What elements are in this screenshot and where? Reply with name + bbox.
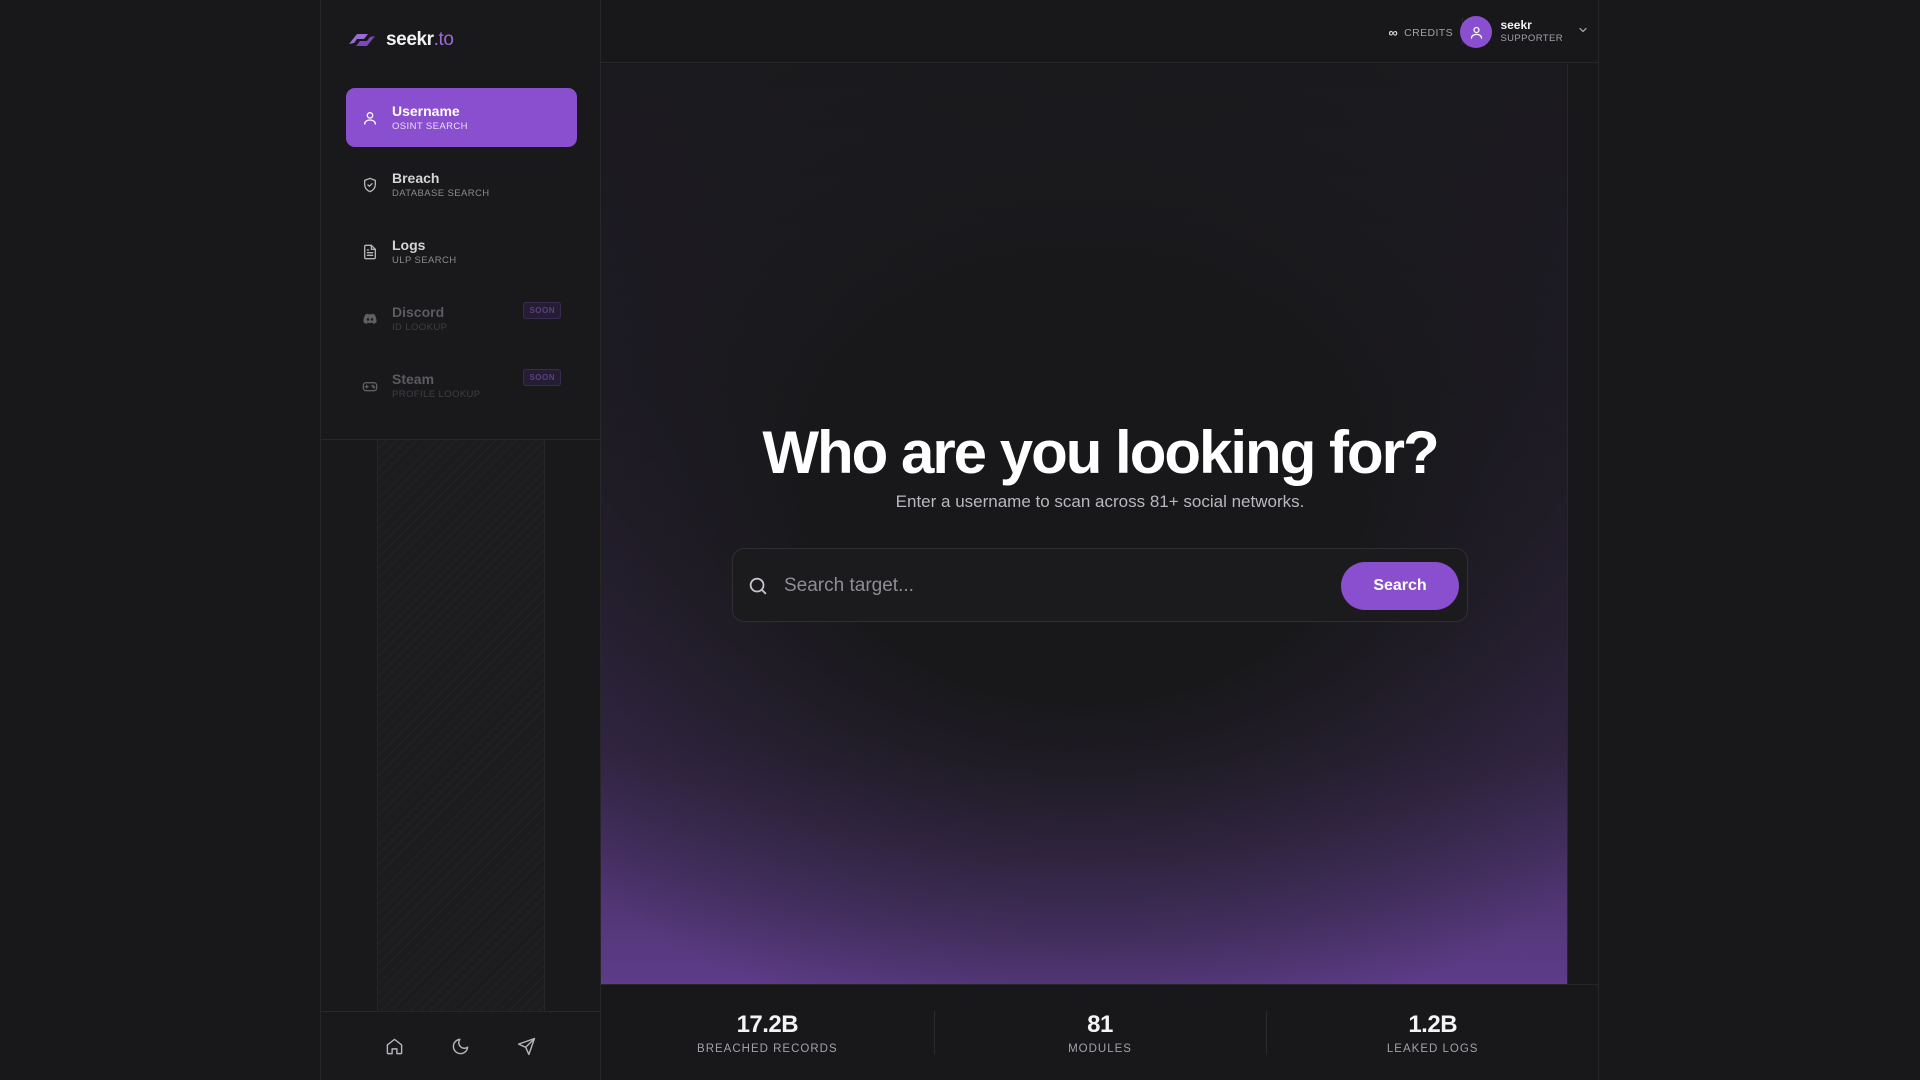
sidebar-item-sublabel: ID LOOKUP (392, 321, 448, 333)
search-icon (749, 577, 767, 595)
infinity-icon: ∞ (1388, 25, 1399, 40)
hero-section (601, 64, 1567, 984)
sidebar-item-label: Breach (392, 169, 440, 186)
seekr-logo-icon (349, 34, 375, 46)
shield-icon (361, 176, 379, 194)
stat-value: 1.2B (1408, 1011, 1458, 1038)
theme-toggle-button[interactable] (442, 1028, 478, 1064)
main-content: ∞ CREDITS seekr SUPPORTER Who are you lo… (601, 0, 1599, 1080)
stat-value: 17.2B (736, 1011, 799, 1038)
sidebar-item-sublabel: DATABASE SEARCH (392, 187, 490, 199)
brand-logo-link[interactable]: seekr.to (346, 28, 454, 52)
hero-side-gutter (1567, 64, 1599, 984)
sidebar-item-label: Logs (392, 236, 426, 253)
user-role: SUPPORTER (1500, 33, 1563, 44)
soon-badge: SOON (523, 369, 561, 386)
sidebar-item-label: Steam (392, 370, 435, 387)
search-bar: Search (732, 548, 1468, 622)
search-button[interactable]: Search (1341, 562, 1459, 610)
stats-bar: 17.2B BREACHED RECORDS 81 MODULES 1.2B L… (601, 984, 1599, 1080)
stat-value: 81 (1087, 1011, 1113, 1038)
telegram-button[interactable] (509, 1028, 545, 1064)
chevron-down-icon (1571, 23, 1589, 41)
credits-indicator: ∞ CREDITS (1388, 25, 1453, 40)
stat-modules: 81 MODULES (933, 985, 1267, 1080)
stat-breached-records: 17.2B BREACHED RECORDS (601, 985, 934, 1080)
sidebar-item-discord: Discord ID LOOKUP SOON (346, 289, 577, 348)
user-menu[interactable]: seekr SUPPORTER (1460, 16, 1589, 48)
sidebar-hatched-panel (377, 440, 545, 1012)
moon-icon (452, 1038, 469, 1054)
page-subtitle: Enter a username to scan across 81+ soci… (895, 492, 1305, 511)
sidebar-item-username[interactable]: Username OSINT SEARCH (346, 88, 577, 147)
document-icon (361, 243, 379, 261)
sidebar-item-breach[interactable]: Breach DATABASE SEARCH (346, 155, 577, 214)
search-input[interactable] (784, 569, 1324, 603)
sidebar-item-sublabel: PROFILE LOOKUP (392, 388, 481, 400)
home-icon (386, 1038, 402, 1054)
sidebar-item-label: Username (392, 102, 460, 119)
stat-label: MODULES (1068, 1043, 1132, 1055)
discord-icon (361, 310, 379, 328)
app-window: seekr.to Username OSINT SEARCH Breach DA… (320, 0, 1599, 1080)
user-icon (1470, 26, 1483, 39)
stat-label: BREACHED RECORDS (697, 1043, 838, 1055)
send-icon (518, 1037, 536, 1055)
sidebar-item-sublabel: OSINT SEARCH (392, 120, 468, 132)
page-title: Who are you looking for? (762, 419, 1439, 486)
sidebar-nav: Username OSINT SEARCH Breach DATABASE SE… (346, 88, 577, 423)
stat-label: LEAKED LOGS (1386, 1043, 1479, 1055)
brand-name: seekr.to (386, 29, 454, 50)
sidebar-item-steam: Steam PROFILE LOOKUP SOON (346, 356, 577, 415)
soon-badge: SOON (523, 302, 561, 319)
sidebar-item-label: Discord (392, 303, 445, 320)
sidebar-item-sublabel: ULP SEARCH (392, 254, 457, 266)
sidebar: seekr.to Username OSINT SEARCH Breach DA… (321, 0, 601, 1080)
home-button[interactable] (376, 1028, 412, 1064)
topbar: ∞ CREDITS seekr SUPPORTER (601, 0, 1599, 63)
sidebar-footer (321, 1011, 600, 1080)
credits-label: CREDITS (1404, 26, 1453, 39)
gamepad-icon (361, 377, 379, 395)
user-icon (361, 109, 379, 127)
stat-leaked-logs: 1.2B LEAKED LOGS (1266, 985, 1599, 1080)
avatar (1460, 16, 1493, 48)
user-name: seekr (1500, 18, 1532, 32)
sidebar-item-logs[interactable]: Logs ULP SEARCH (346, 222, 577, 281)
